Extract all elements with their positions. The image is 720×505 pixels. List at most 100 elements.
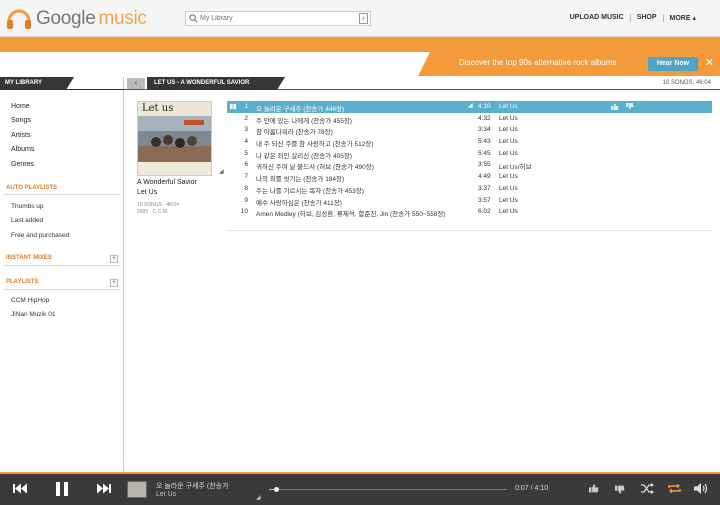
playback-time: 0:07 / 4:10 [515, 485, 549, 492]
playlist-ccm-hiphop[interactable]: CCM HipHop [11, 297, 49, 304]
track-number: 4 [244, 138, 248, 146]
track-title: 나 같은 죄인 살리신 (찬송가 405장) [256, 152, 352, 160]
progress-handle[interactable] [273, 487, 279, 492]
playlist-free-and-purchased[interactable]: Free and purchased [11, 232, 69, 239]
shop-link[interactable]: SHOP [629, 14, 663, 22]
track-number: 8 [244, 184, 248, 192]
track-duration: 4:32 [478, 114, 491, 122]
next-track-icon[interactable] [96, 483, 111, 494]
volume-icon[interactable] [694, 483, 708, 494]
album-cover-text: Let us [142, 103, 174, 114]
more-menu[interactable]: MORE ▴ [662, 14, 702, 22]
now-playing-artist[interactable]: Let Us [156, 491, 176, 498]
album-artist[interactable]: Let Us [137, 189, 157, 196]
track-artist[interactable]: Let Us [499, 197, 518, 204]
search-input[interactable] [200, 12, 350, 25]
track-artist[interactable]: Let Us [499, 126, 518, 133]
track-number: 2 [244, 114, 248, 122]
add-playlist-button[interactable]: + [110, 279, 118, 287]
search-icon [189, 14, 198, 23]
sidebar: MY LIBRARY Home Songs Artists Albums Gen… [0, 77, 124, 472]
add-instant-mix-button[interactable]: + [110, 255, 118, 263]
track-number: 5 [244, 149, 248, 157]
back-button[interactable]: ‹ [127, 78, 145, 89]
track-row[interactable]: 3 참 아름다워라 (찬송가 78장) 3:34 Let Us [227, 124, 712, 136]
hear-now-button[interactable]: Hear Now [648, 57, 698, 71]
track-duration: 4:10 [478, 103, 491, 110]
track-duration: 5:45 [478, 149, 491, 157]
thumbs-up-icon[interactable] [589, 483, 599, 493]
album-cover[interactable]: Let us [137, 101, 212, 176]
track-row[interactable]: 2 주 안에 있는 나에게 (찬송가 455장) 4:32 Let Us [227, 113, 712, 125]
sidebar-item-home[interactable]: Home [11, 103, 30, 110]
now-playing-menu-icon[interactable]: ◢ [256, 494, 261, 501]
track-artist[interactable]: Let Us/허브 [499, 161, 532, 171]
sidebar-item-songs[interactable]: Songs [11, 117, 31, 124]
track-number: 9 [244, 196, 248, 204]
search-submit-button[interactable]: › [359, 13, 368, 24]
track-artist[interactable]: Let Us [499, 150, 518, 157]
track-row[interactable]: 6 귀하신 주여 날 붙드사 (허브 (찬송가 490장) 3:55 Let U… [227, 159, 712, 171]
track-artist[interactable]: Let Us [499, 115, 518, 122]
track-duration: 3:37 [478, 184, 491, 192]
track-row[interactable]: 5 나 같은 죄인 살리신 (찬송가 405장) 5:45 Let Us [227, 148, 712, 160]
track-title: 귀하신 주여 날 붙드사 (허브 (찬송가 490장) [256, 164, 374, 172]
sidebar-item-albums[interactable]: Albums [11, 146, 34, 153]
track-duration: 4:49 [478, 173, 491, 181]
close-icon[interactable]: ✕ [705, 57, 714, 70]
logo-word-google: Google [36, 8, 96, 29]
sidebar-item-genres[interactable]: Genres [11, 161, 34, 168]
track-row[interactable]: 1 오 놀라운 구세주 (찬송가 446장) ◢ 4:10 Let Us [227, 101, 712, 113]
playlist-jinan-muzik[interactable]: JiNan Muzik 01 [11, 311, 55, 318]
track-artist[interactable]: Let Us [499, 103, 518, 110]
track-number: 3 [244, 126, 248, 134]
previous-track-icon[interactable] [13, 483, 28, 494]
google-music-logo[interactable]: Google music [6, 6, 147, 32]
now-playing-icon [230, 103, 237, 110]
album-title[interactable]: A Wonderful Savior [137, 179, 197, 186]
playlist-thumbs-up[interactable]: Thumbs up [11, 203, 44, 210]
now-playing-album-art[interactable] [127, 481, 147, 498]
track-title: 나의 죄를 씻기는 (찬송가 184장) [256, 176, 345, 184]
track-row[interactable]: 10 Amen Medley (허브, 김성환, 류제석, 함준진, Jin (… [227, 206, 712, 218]
sidebar-item-artists[interactable]: Artists [11, 132, 30, 139]
search-box[interactable]: › [185, 11, 371, 26]
divider [0, 89, 124, 90]
instant-mixes-header: INSTANT MIXES [6, 255, 52, 261]
album-year-genre: 2005 · C.C.M. [137, 209, 169, 215]
track-row[interactable]: 8 주는 나를 기르시는 목자 (찬송가 453장) 3:37 Let Us [227, 183, 712, 195]
progress-bar[interactable] [269, 487, 507, 492]
track-title: 내 주 되신 주를 참 사랑하고 (찬송가 512장) [256, 141, 374, 149]
auto-playlists-header: AUTO PLAYLISTS [6, 185, 58, 191]
track-number: 7 [244, 173, 248, 181]
playlist-last-added[interactable]: Last added [11, 217, 43, 224]
track-artist[interactable]: Let Us [499, 208, 518, 215]
track-menu-icon[interactable]: ◢ [468, 102, 473, 109]
thumbs-down-icon[interactable] [615, 485, 625, 495]
track-artist[interactable]: Let Us [499, 138, 518, 145]
track-title: 참 아름다워라 (찬송가 78장) [256, 129, 333, 137]
headphones-icon [7, 9, 31, 29]
repeat-icon[interactable] [668, 483, 681, 494]
track-row[interactable]: 4 내 주 되신 주를 참 사랑하고 (찬송가 512장) 5:43 Let U… [227, 136, 712, 148]
pause-icon[interactable] [56, 482, 68, 496]
album-page-title: LET US - A WONDERFUL SAVIOR [147, 77, 285, 90]
top-nav: UPLOAD MUSIC SHOP MORE ▴ [564, 14, 702, 22]
track-artist[interactable]: Let Us [499, 173, 518, 180]
track-artist[interactable]: Let Us [499, 185, 518, 192]
upload-music-link[interactable]: UPLOAD MUSIC [564, 14, 630, 22]
promo-banner: Discover the top 90s alternative rock al… [418, 52, 720, 76]
track-duration: 3:55 [478, 161, 491, 169]
track-list: 1 오 놀라운 구세주 (찬송가 446장) ◢ 4:10 Let Us 2 주… [227, 101, 712, 218]
album-menu-icon[interactable]: ◢ [219, 168, 224, 175]
track-row[interactable]: 9 예수 사랑하심은 (찬송가 411장) 3:57 Let Us [227, 195, 712, 207]
track-title: 주 안에 있는 나에게 (찬송가 455장) [256, 117, 352, 125]
thumbs-up-icon[interactable] [611, 103, 619, 110]
shuffle-icon[interactable] [641, 483, 654, 494]
divider [3, 265, 120, 266]
divider [227, 230, 712, 231]
track-row[interactable]: 7 나의 죄를 씻기는 (찬송가 184장) 4:49 Let Us [227, 171, 712, 183]
now-playing-title[interactable]: 오 놀라운 구세주 (찬송가 [156, 481, 229, 491]
song-count: 10 SONGS, 46:04 [662, 80, 711, 86]
thumbs-down-icon[interactable] [626, 103, 634, 110]
